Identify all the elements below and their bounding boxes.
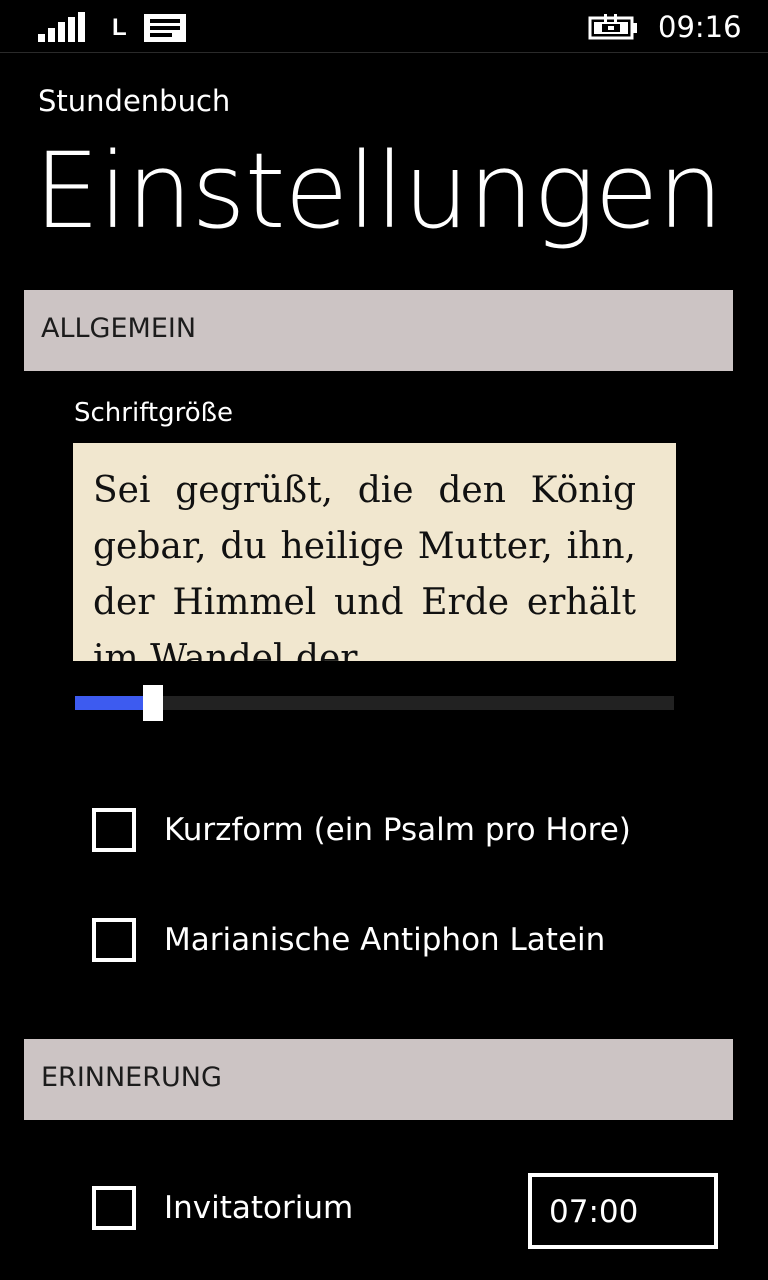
battery-charging-icon [588, 14, 637, 40]
message-icon [144, 14, 186, 42]
clock: 09:16 [658, 10, 742, 44]
section-header-general[interactable]: ALLGEMEIN [24, 290, 733, 371]
short-form-label: Kurzform (ein Psalm pro Hore) [164, 812, 631, 848]
invitatorium-time-picker[interactable]: 07:00 [528, 1173, 718, 1249]
section-header-reminder[interactable]: ERINNERUNG [24, 1039, 733, 1120]
invitatorium-checkbox[interactable] [92, 1186, 136, 1230]
font-size-label: Schriftgröße [74, 398, 233, 428]
page-title: Einstellungen [34, 130, 723, 252]
preview-text: Sei gegrüßt, die den König gebar, du hei… [93, 470, 636, 661]
status-bar: L 09:16 [0, 0, 768, 53]
latin-antiphon-label: Marianische Antiphon Latein [164, 922, 606, 958]
network-type: L [112, 14, 127, 41]
font-size-preview: Sei gegrüßt, die den König gebar, du hei… [73, 443, 676, 661]
slider-thumb[interactable] [143, 685, 163, 721]
section-header-label: ERINNERUNG [41, 1062, 222, 1093]
time-value: 07:00 [549, 1194, 639, 1230]
settings-screen: L 09:16 Stundenbuch Einstellungen ALLGEM… [0, 0, 768, 1280]
section-header-label: ALLGEMEIN [41, 313, 197, 344]
app-title: Stundenbuch [38, 84, 231, 118]
slider-fill [75, 696, 153, 710]
latin-antiphon-checkbox[interactable] [92, 918, 136, 962]
short-form-checkbox[interactable] [92, 808, 136, 852]
invitatorium-label: Invitatorium [164, 1190, 354, 1226]
font-size-slider[interactable] [75, 685, 674, 721]
signal-icon [38, 12, 86, 42]
